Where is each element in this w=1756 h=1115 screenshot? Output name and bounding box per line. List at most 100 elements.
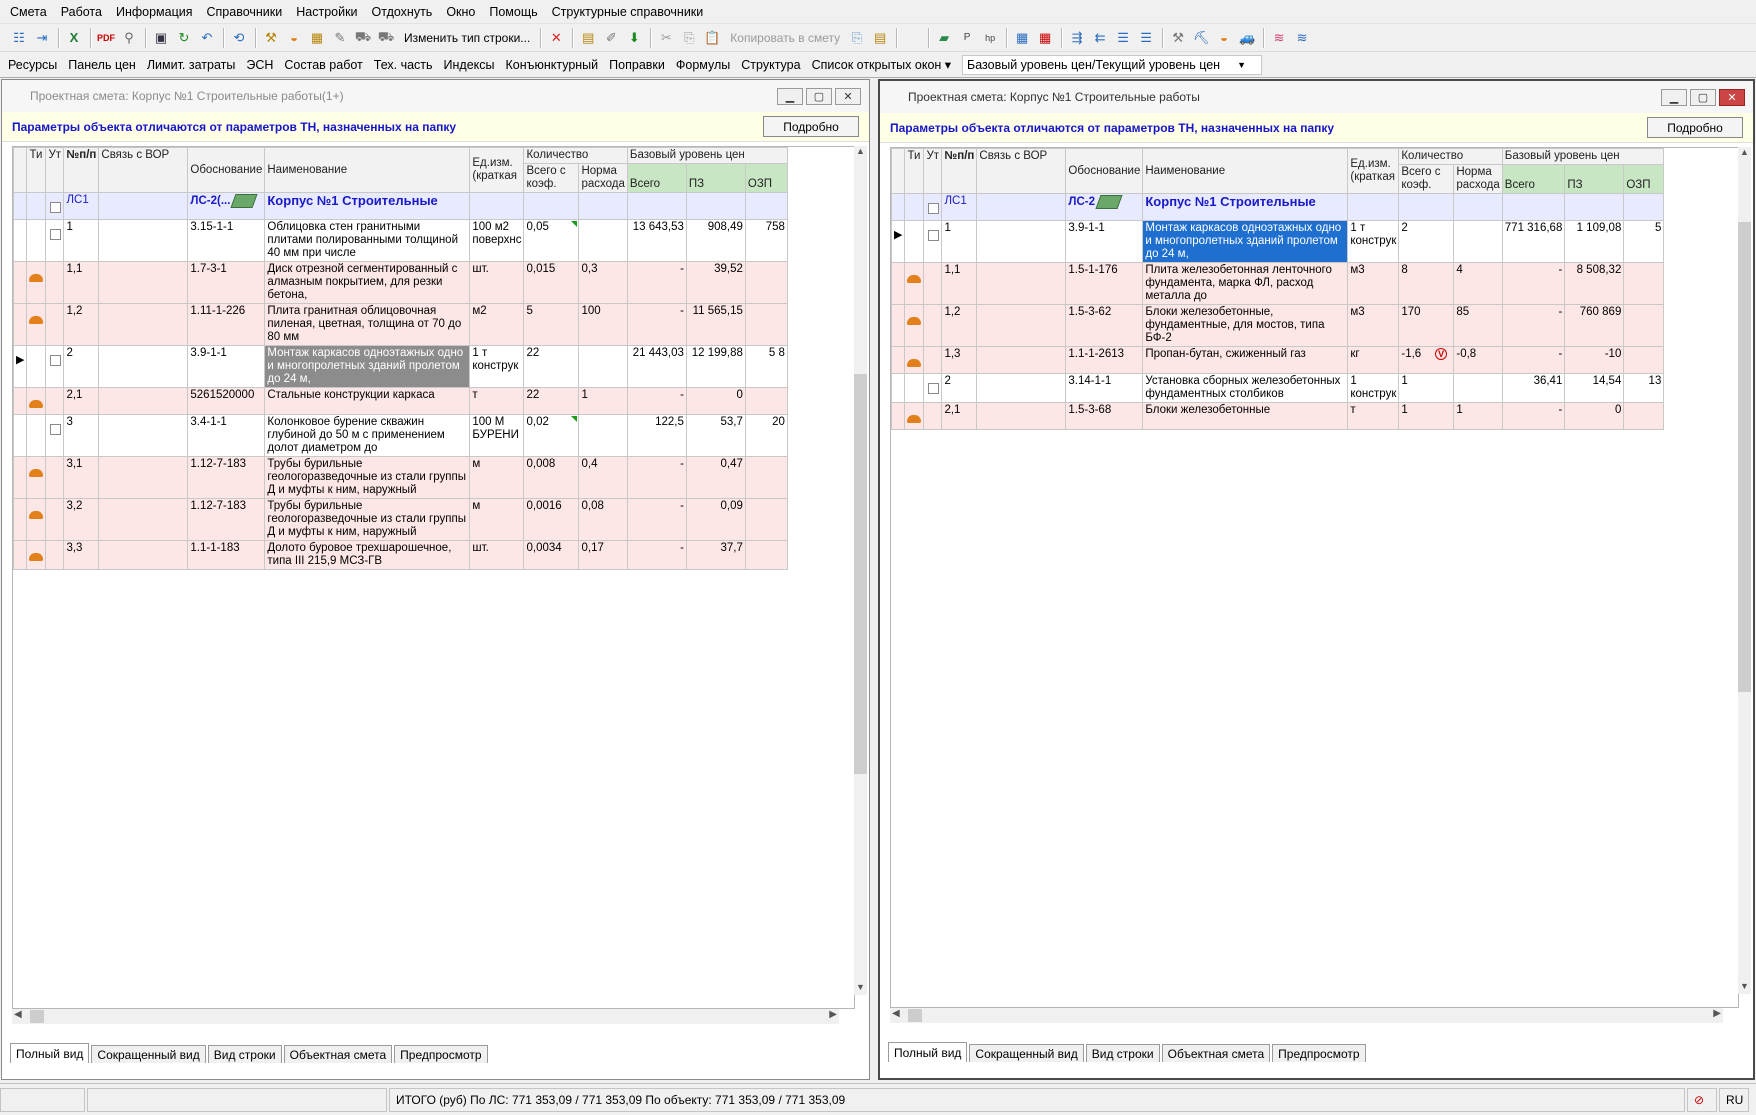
group-row[interactable]: ЛС1 ЛС-2 Корпус №1 Строительные: [891, 193, 1665, 221]
tb-open-windows[interactable]: Список открытых окон ▾: [812, 57, 951, 72]
row-name[interactable]: Стальные конструкции каркаса: [264, 387, 471, 415]
row-qty-cell[interactable]: 170: [1398, 304, 1455, 347]
scroll-thumb[interactable]: [1738, 222, 1751, 692]
row-name[interactable]: Блоки железобетонные: [1142, 402, 1349, 430]
table-row[interactable]: 1 3.15-1-1 Облицовка стен гранитными плита…: [13, 219, 788, 262]
vor-cell[interactable]: [98, 540, 189, 570]
col-osn[interactable]: Обоснование: [187, 147, 266, 193]
tab-full-view[interactable]: Полный вид: [10, 1043, 90, 1063]
col-ti[interactable]: Ти: [26, 147, 47, 193]
row-qty-cell[interactable]: 0,015: [523, 261, 580, 304]
row-name[interactable]: Блоки железобетонные, фундаментные, для …: [1142, 304, 1349, 347]
tab-short-view[interactable]: Сокращенный вид: [91, 1045, 206, 1063]
stack-icon[interactable]: ▤: [577, 27, 599, 49]
menu-smeta[interactable]: Смета: [10, 5, 47, 19]
menu-info[interactable]: Информация: [116, 5, 193, 19]
tb-resources[interactable]: Ресурсы: [8, 58, 57, 72]
vor-cell[interactable]: [976, 220, 1067, 263]
car-icon[interactable]: 🚙: [1236, 27, 1258, 49]
tab-row-view[interactable]: Вид строки: [1085, 1044, 1160, 1062]
menu-okno[interactable]: Окно: [446, 5, 475, 19]
row-norm[interactable]: -0,8: [1453, 346, 1503, 374]
checkbox[interactable]: [50, 229, 62, 240]
ut-cell[interactable]: [923, 373, 943, 403]
row-osn[interactable]: 1.5-3-68: [1065, 402, 1144, 430]
table-row[interactable]: 1,3 1.1-1-2613 Пропан-бутан, сжиженный газ…: [891, 346, 1665, 374]
row-norm[interactable]: 0,08: [578, 498, 628, 541]
row-osn[interactable]: 1.1-1-2613: [1065, 346, 1144, 374]
ut-cell[interactable]: [923, 262, 943, 305]
col-vor[interactable]: Связь с ВОР: [976, 148, 1067, 194]
layers-pink-icon[interactable]: ≋: [1268, 27, 1290, 49]
row-qty-cell[interactable]: 0,05: [523, 219, 580, 262]
row-name[interactable]: Трубы бурильные геологоразведочные из ст…: [264, 456, 471, 499]
tb-structure[interactable]: Структура: [741, 58, 800, 72]
col-name[interactable]: Наименование: [264, 147, 471, 193]
tab-full-view[interactable]: Полный вид: [888, 1042, 968, 1062]
vor-cell[interactable]: [976, 373, 1067, 403]
row-norm[interactable]: [578, 345, 628, 388]
row-name[interactable]: Плита гранитная облицовочная пиленая, цв…: [264, 303, 471, 346]
ut-cell[interactable]: [45, 540, 65, 570]
truck-icon[interactable]: ⛟: [375, 27, 397, 49]
row-name[interactable]: Установка сборных железобетонных фундаме…: [1142, 373, 1349, 403]
tb-price-panel[interactable]: Панель цен: [68, 58, 136, 72]
row-norm[interactable]: 0,4: [578, 456, 628, 499]
ut-cell[interactable]: [45, 261, 65, 304]
row-norm[interactable]: 1: [1453, 402, 1503, 430]
layers-blue-icon[interactable]: ≋: [1291, 27, 1313, 49]
tb-limit-costs[interactable]: Лимит. затраты: [147, 58, 236, 72]
ut-cell[interactable]: [45, 498, 65, 541]
vor-cell[interactable]: [976, 346, 1067, 374]
col-qty-total[interactable]: Всего с коэф.: [523, 163, 580, 193]
hscroll-thumb[interactable]: [30, 1010, 44, 1023]
excavator-icon[interactable]: ⛏: [1190, 27, 1212, 49]
vor-cell[interactable]: [98, 261, 189, 304]
copy-icon[interactable]: ⎘: [678, 27, 700, 49]
minimize-icon[interactable]: ▁: [1661, 89, 1687, 106]
row-qty-cell[interactable]: 22: [523, 387, 580, 415]
vor-cell[interactable]: [98, 345, 189, 388]
row-name[interactable]: Плита железобетонная ленточного фундамен…: [1142, 262, 1349, 305]
vor-cell[interactable]: [976, 262, 1067, 305]
row-qty-cell[interactable]: 2: [1398, 220, 1455, 263]
scroll-down-icon[interactable]: ▼: [1738, 981, 1751, 994]
row-osn[interactable]: 3.9-1-1: [1065, 220, 1144, 263]
tree-icon[interactable]: ☷: [8, 27, 30, 49]
price-level-select[interactable]: Базовый уровень цен/Текущий уровень цен …: [962, 54, 1263, 75]
table-row[interactable]: 1,2 1.11-1-226 Плита гранитная облицовочна…: [13, 303, 788, 346]
col-unit[interactable]: Ед.изм. (краткая: [469, 147, 525, 193]
scroll-left-icon[interactable]: ◀: [892, 1008, 900, 1019]
col-ti[interactable]: Ти: [904, 148, 925, 194]
ut-cell[interactable]: [45, 387, 65, 415]
material-icon[interactable]: ◒: [1213, 27, 1235, 49]
vor-cell[interactable]: [98, 414, 189, 457]
menu-struct-sprav[interactable]: Структурные справочники: [552, 5, 704, 19]
table-row[interactable]: 3,2 1.12-7-183 Трубы бурильные геологоразв…: [13, 498, 788, 541]
recalc-icon[interactable]: ⟲: [228, 27, 250, 49]
table-row[interactable]: 1,2 1.5-3-62 Блоки железобетонные, фундаме…: [891, 304, 1665, 347]
ut-cell[interactable]: [45, 192, 65, 220]
scroll-right-icon[interactable]: ▶: [829, 1009, 837, 1020]
ut-cell[interactable]: [923, 220, 943, 263]
doc-p-icon[interactable]: P: [956, 27, 978, 49]
row-qty-cell[interactable]: 0,0016: [523, 498, 580, 541]
col-vor[interactable]: Связь с ВОР: [98, 147, 189, 193]
group-row[interactable]: ЛС1 ЛС-2(... Корпус №1 Строительные: [13, 192, 788, 220]
insert-row-icon[interactable]: ⇥: [31, 27, 53, 49]
copy-to-estimate-button[interactable]: Копировать в смету: [724, 31, 846, 45]
undo-icon[interactable]: ↶: [196, 27, 218, 49]
minimize-icon[interactable]: ▁: [777, 88, 803, 105]
vor-cell[interactable]: [976, 402, 1067, 430]
col-ut[interactable]: Ут: [45, 147, 65, 193]
refresh-icon[interactable]: ↻: [173, 27, 195, 49]
col-pz[interactable]: ПЗ: [1564, 164, 1625, 194]
structure-icon[interactable]: ▦: [306, 27, 328, 49]
col-pz[interactable]: ПЗ: [685, 163, 746, 193]
row-qty-cell[interactable]: 22: [523, 345, 580, 388]
col-base-level[interactable]: Базовый уровень цен: [626, 147, 788, 164]
row-osn[interactable]: 1.1-1-183: [187, 540, 266, 570]
row-osn[interactable]: 5261520000: [187, 387, 266, 415]
change-row-type-button[interactable]: Изменить тип строки...: [398, 31, 536, 45]
table-edit-icon[interactable]: ▦: [1011, 27, 1033, 49]
